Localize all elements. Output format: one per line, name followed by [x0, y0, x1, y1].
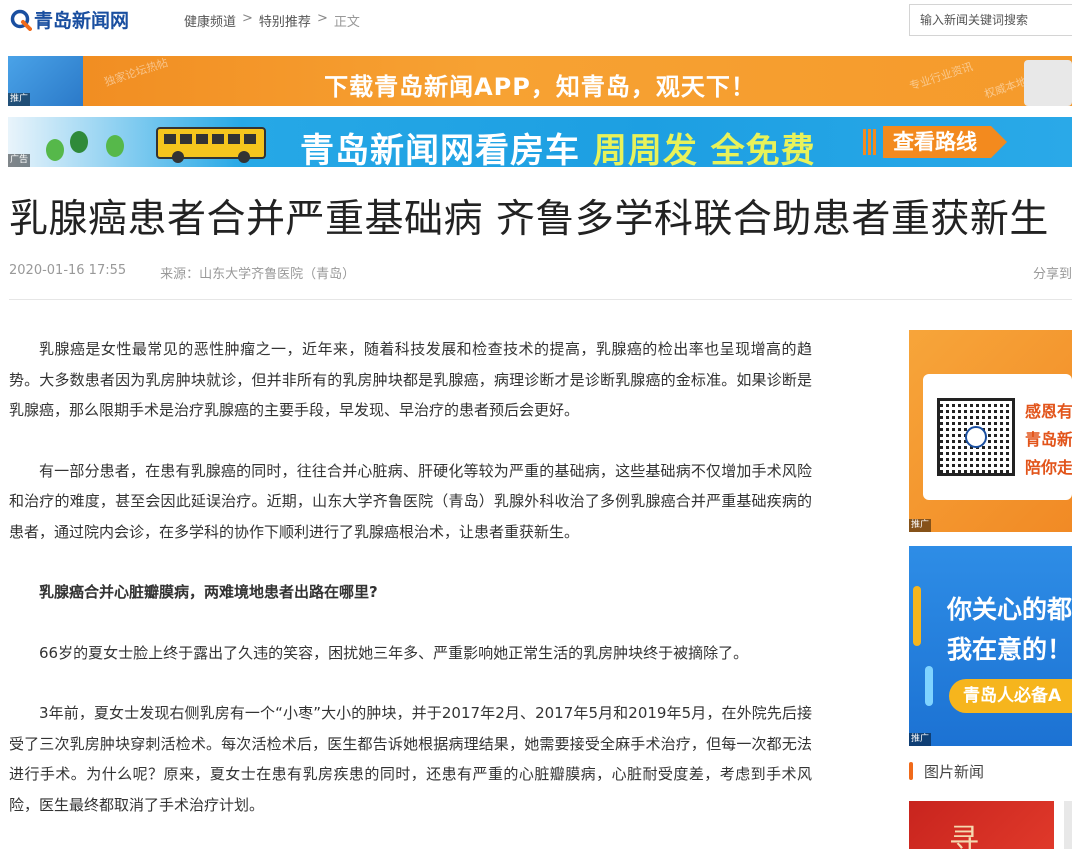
article-paragraph: 3年前，夏女士发现右侧乳房有一个“小枣”大小的肿块，并于2017年2月、2017…: [9, 704, 812, 814]
article-paragraph: 乳腺癌是女性最常见的恶性肿瘤之一，近年来，随着科技发展和检查技术的提高，乳腺癌的…: [9, 340, 812, 419]
ad-headline: 你关心的都 我在意的！: [947, 590, 1072, 670]
search-box: [909, 4, 1072, 36]
article-paragraph: 66岁的夏女士脸上终于露出了久违的笑容，困扰她三年多、严重影响她正常生活的乳房肿…: [39, 643, 749, 662]
view-route-button[interactable]: 查看路线: [883, 126, 1007, 158]
tree-icon: [106, 135, 124, 157]
section-marker: [909, 762, 913, 780]
search-input[interactable]: [910, 5, 1072, 35]
breadcrumb-current: 正文: [333, 15, 360, 30]
divider: [9, 299, 1072, 300]
picture-news-thumbnail[interactable]: [1064, 801, 1072, 849]
ad-pill-button: 青岛人必备A: [949, 679, 1072, 713]
article-paragraph: 有一部分患者，在患有乳腺癌的同时，往往合并心脏病、肝硬化等较为严重的基础病，这些…: [9, 461, 812, 541]
site-header: 青岛新闻网 健康频道 > 特别推荐 > 正文: [0, 0, 1072, 40]
decoration: [925, 666, 933, 706]
breadcrumb-separator: >: [316, 11, 328, 26]
ad-headline-line: 你关心的都: [947, 595, 1072, 624]
promo-tag: 推广: [909, 519, 932, 532]
breadcrumb-featured[interactable]: 特别推荐: [259, 11, 311, 30]
stripes-decoration: [863, 129, 877, 155]
logo-q-icon: [10, 9, 32, 31]
house-banner-headline: 青岛新闻网看房车 周周发 全免费: [300, 123, 816, 167]
house-banner-main: 青岛新闻网看房车: [300, 131, 580, 167]
article-subheading: 乳腺癌合并心脏瓣膜病，两难境地患者出路在哪里?: [39, 583, 378, 601]
promo-tag: 推广: [909, 733, 932, 746]
sidebar-app-ad[interactable]: 感恩有 青岛新 陪你走 推广: [909, 330, 1072, 532]
ad-slogan: 感恩有 青岛新 陪你走: [1025, 398, 1072, 482]
breadcrumb: 健康频道 > 特别推荐 > 正文: [184, 11, 360, 30]
decoration: [913, 586, 921, 646]
thumbnail-glyph: 寻: [949, 823, 979, 849]
article-title: 乳腺癌患者合并严重基础病 齐鲁多学科联合助患者重获新生: [9, 197, 1049, 242]
tree-icon: [70, 131, 88, 153]
share-label[interactable]: 分享到: [1033, 263, 1072, 282]
site-logo[interactable]: 青岛新闻网: [10, 6, 129, 33]
app-download-banner[interactable]: 独家论坛热帖 专业行业资讯 权威本地新闻 下载青岛新闻APP，知青岛，观天下！ …: [8, 56, 1072, 106]
ad-slogan-line: 青岛新: [1025, 430, 1072, 449]
breadcrumb-health[interactable]: 健康频道: [184, 11, 236, 30]
logo-q-icon: [965, 426, 987, 448]
picture-news-heading: 图片新闻: [909, 760, 984, 782]
article-meta: 2020-01-16 17:55 来源：山东大学齐鲁医院（青岛） 分享到: [9, 263, 1072, 282]
article-source: 来源：山东大学齐鲁医院（青岛）: [160, 267, 356, 282]
house-banner-accent: 周周发 全免费: [592, 131, 816, 167]
ad-tag: 广告: [8, 154, 31, 167]
publish-datetime: 2020-01-16 17:55: [9, 263, 127, 278]
bus-icon: [156, 127, 266, 163]
ad-slogan-line: 陪你走: [1025, 458, 1072, 477]
logo-text: 青岛新闻网: [34, 10, 130, 32]
breadcrumb-separator: >: [242, 11, 253, 26]
house-tour-banner[interactable]: 青岛新闻网看房车 周周发 全免费 查看路线 广告: [8, 117, 1072, 167]
ad-slogan-line: 感恩有: [1025, 402, 1072, 421]
section-title: 图片新闻: [924, 762, 985, 781]
app-banner-text: 下载青岛新闻APP，知青岛，观天下！: [324, 73, 756, 101]
sidebar-promo-ad[interactable]: 你关心的都 我在意的！ 青岛人必备A 推广: [909, 546, 1072, 746]
article-body: 乳腺癌是女性最常见的恶性肿瘤之一，近年来，随着科技发展和检查技术的提高，乳腺癌的…: [9, 334, 812, 849]
picture-news-thumbnail[interactable]: 寻: [909, 801, 1054, 849]
banner-phone-illustration: [1024, 60, 1072, 106]
promo-tag: 推广: [8, 93, 31, 106]
ad-headline-line: 我在意的！: [947, 635, 1072, 664]
tree-icon: [46, 139, 64, 161]
